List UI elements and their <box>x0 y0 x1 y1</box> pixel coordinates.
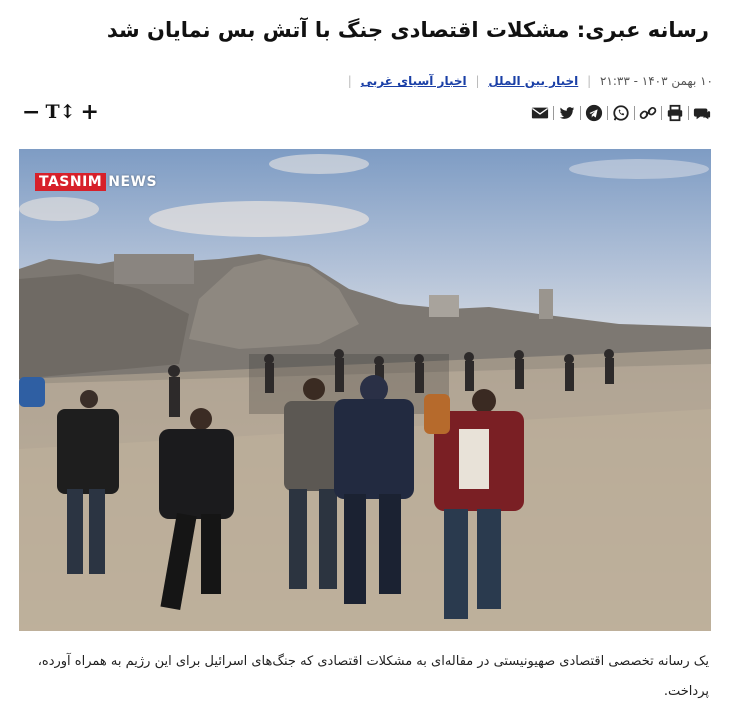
photo-scene <box>19 149 711 631</box>
article-photo: TASNIM NEWS <box>19 149 711 631</box>
separator <box>580 106 581 120</box>
separator <box>553 106 554 120</box>
logo-brand: TASNIM <box>35 173 107 191</box>
font-increase-button[interactable]: + <box>81 101 99 123</box>
font-decrease-button[interactable]: − <box>22 101 40 123</box>
separator <box>661 106 662 120</box>
link-icon[interactable] <box>637 103 659 123</box>
twitter-icon[interactable] <box>556 103 578 123</box>
category-link-west-asia[interactable]: اخبار آسیای غربی <box>361 74 467 88</box>
separator <box>607 106 608 120</box>
separator <box>634 106 635 120</box>
article-title: رسانه عبری: مشکلات اقتصادی جنگ با آتش بس… <box>106 18 709 42</box>
tasnim-news-logo: TASNIM NEWS <box>35 173 157 191</box>
whatsapp-icon[interactable] <box>610 103 632 123</box>
font-size-controls: − T↕ + <box>22 101 99 123</box>
share-toolbar <box>529 102 713 124</box>
font-size-icon: T↕ <box>45 101 76 123</box>
article-summary: یک رسانه تخصصی اقتصادی صهیونیستی در مقال… <box>37 654 709 699</box>
telegram-icon[interactable] <box>583 103 605 123</box>
meta-separator: | <box>475 74 480 88</box>
email-icon[interactable] <box>529 103 551 123</box>
meta-separator: | <box>347 74 352 88</box>
publish-date: ۱۰ بهمن ۱۴۰۳ - ۲۱:۳۳ <box>599 74 713 88</box>
logo-suffix: NEWS <box>108 174 158 190</box>
separator <box>688 106 689 120</box>
comment-icon[interactable] <box>691 103 713 123</box>
meta-separator: | <box>587 74 592 88</box>
category-link-international[interactable]: اخبار بین الملل <box>488 74 578 88</box>
print-icon[interactable] <box>664 103 686 123</box>
article-meta: ۱۰ بهمن ۱۴۰۳ - ۲۱:۳۳ | اخبار بین الملل |… <box>343 74 713 88</box>
